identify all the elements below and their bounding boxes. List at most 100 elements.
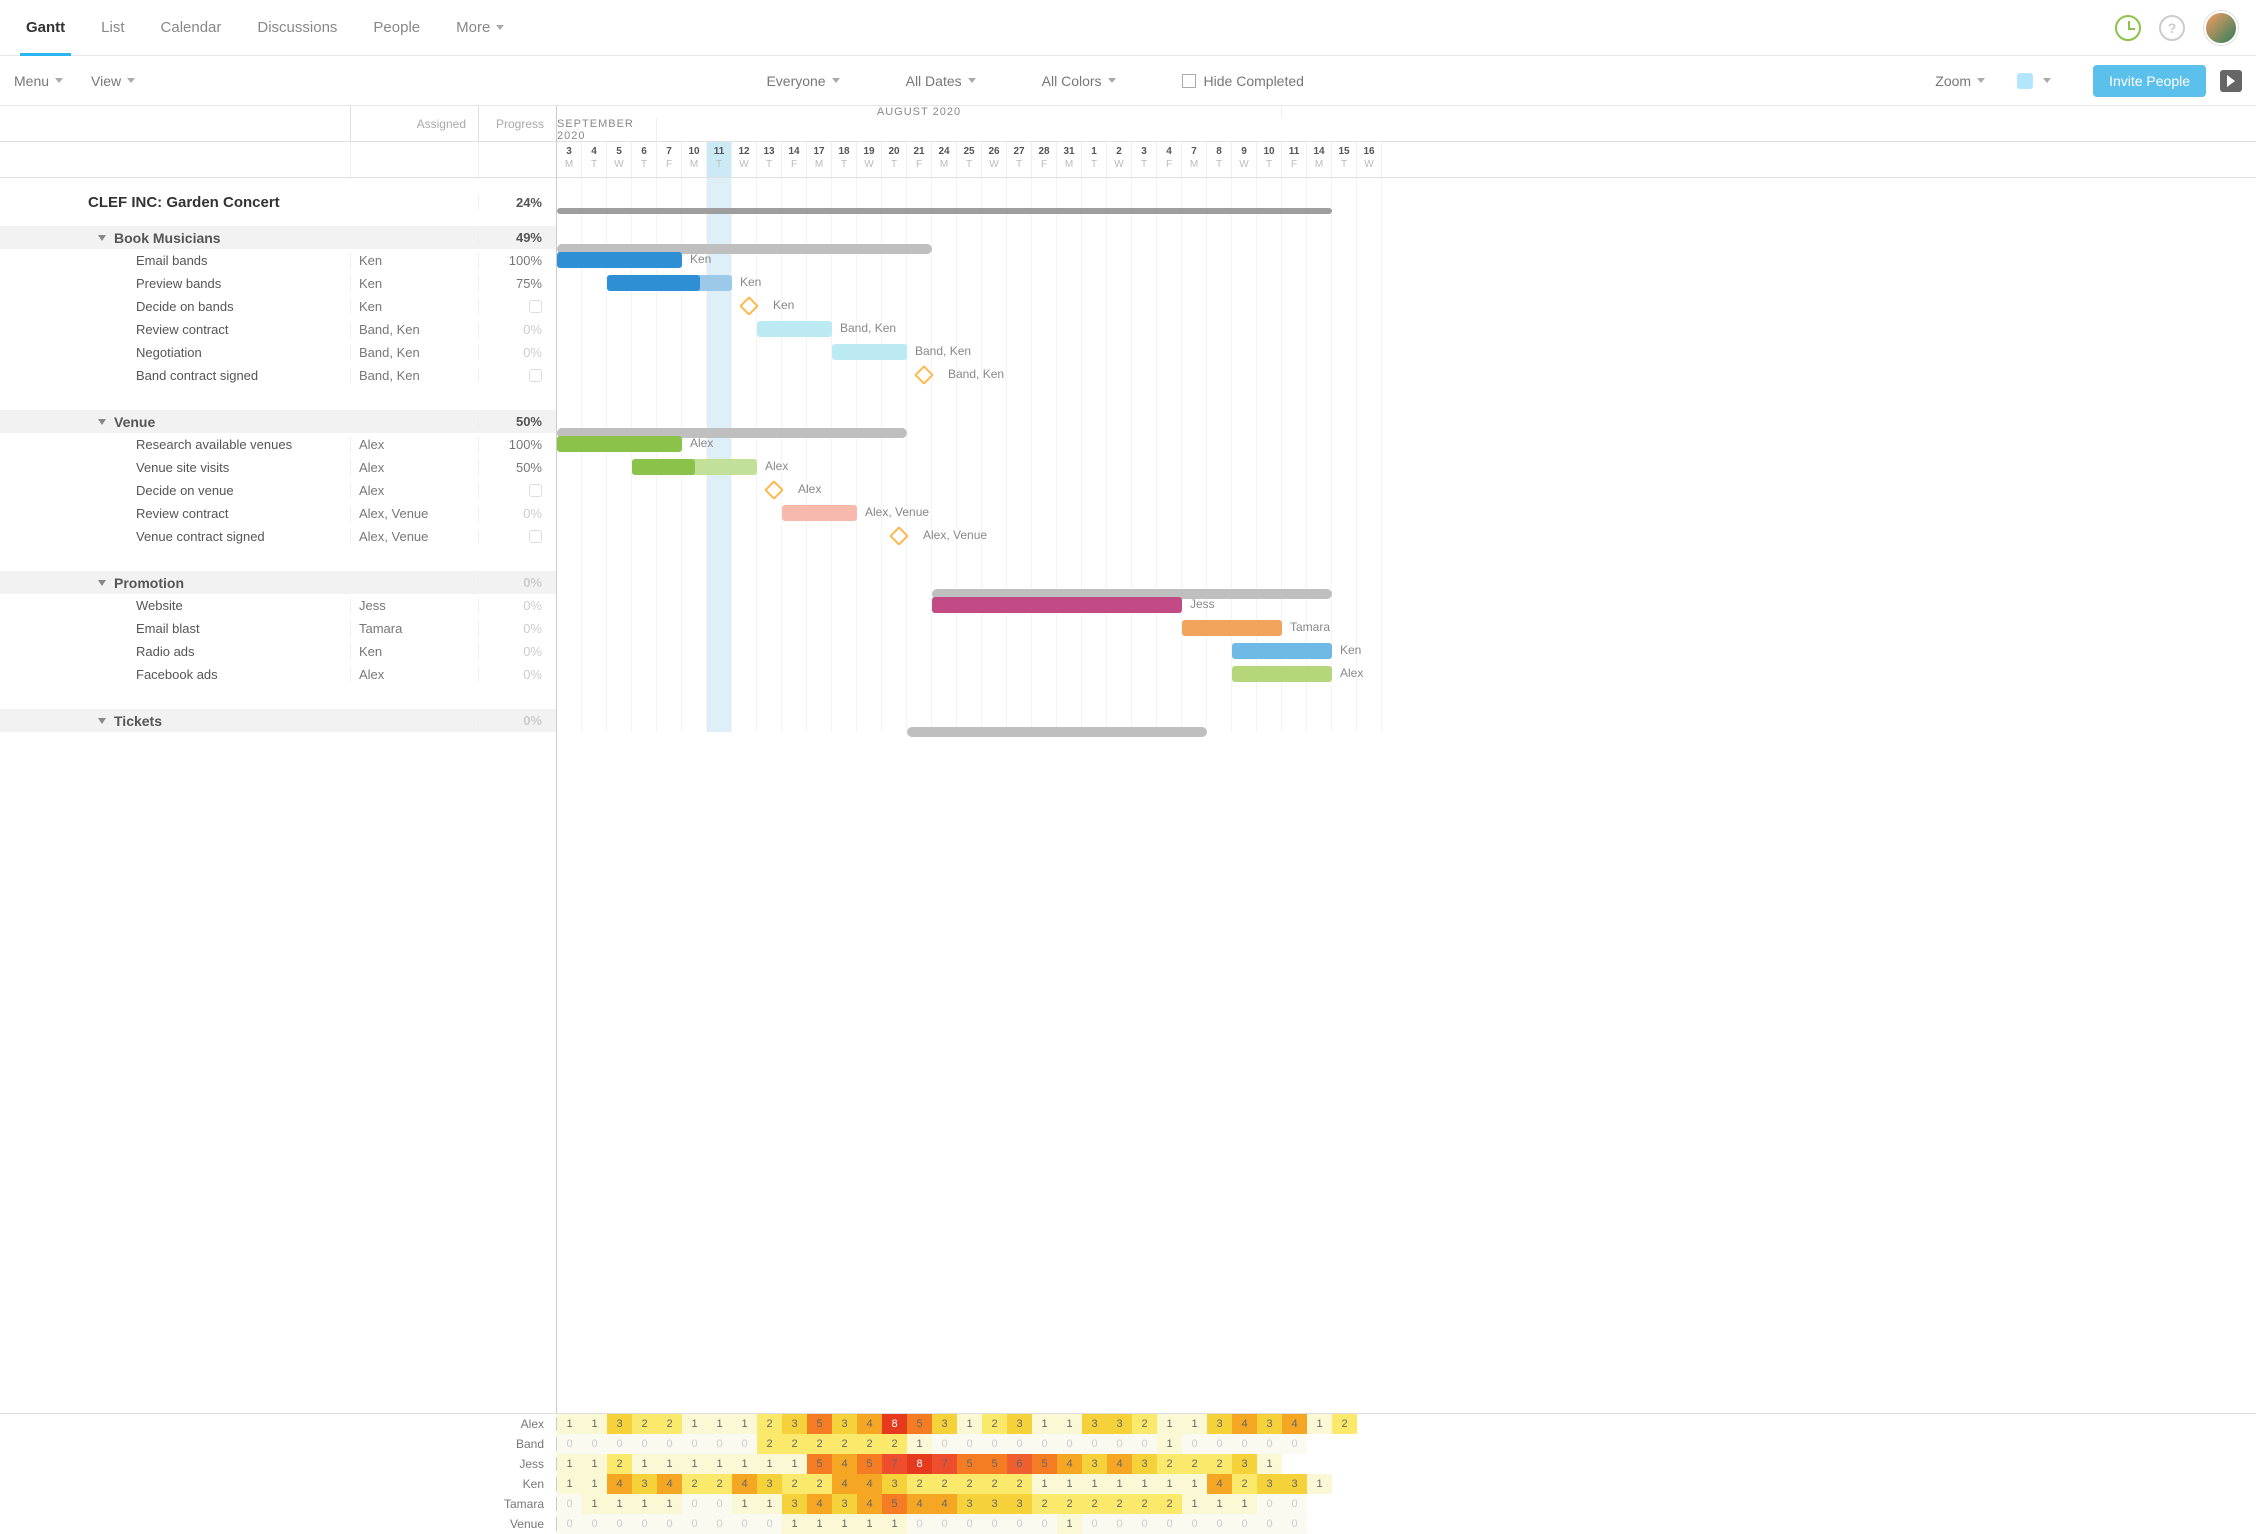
workload-cell[interactable] [1332, 1494, 1357, 1514]
workload-cell[interactable]: 0 [607, 1514, 632, 1534]
workload-cell[interactable]: 0 [1082, 1434, 1107, 1454]
workload-cell[interactable]: 0 [732, 1514, 757, 1534]
day-header-cell[interactable]: 20T [882, 142, 907, 177]
workload-cell[interactable]: 2 [1157, 1494, 1182, 1514]
workload-row[interactable]: Venue000000000111110000001000000000 [0, 1514, 2256, 1534]
workload-cell[interactable] [1357, 1434, 1382, 1454]
workload-cell[interactable]: 1 [1157, 1434, 1182, 1454]
workload-cell[interactable]: 2 [607, 1454, 632, 1474]
workload-cell[interactable]: 0 [657, 1434, 682, 1454]
workload-cell[interactable] [1332, 1454, 1357, 1474]
workload-cell[interactable]: 2 [1007, 1474, 1032, 1494]
workload-cell[interactable]: 4 [657, 1474, 682, 1494]
workload-cell[interactable]: 0 [1007, 1514, 1032, 1534]
day-header-cell[interactable]: 24M [932, 142, 957, 177]
workload-cell[interactable]: 3 [1232, 1454, 1257, 1474]
workload-cell[interactable]: 0 [632, 1434, 657, 1454]
workload-cell[interactable]: 1 [1257, 1454, 1282, 1474]
workload-cell[interactable]: 0 [1007, 1434, 1032, 1454]
workload-cell[interactable]: 0 [1082, 1514, 1107, 1534]
workload-cell[interactable]: 2 [807, 1434, 832, 1454]
day-header-cell[interactable]: 26W [982, 142, 1007, 177]
workload-cell[interactable]: 0 [957, 1434, 982, 1454]
workload-cell[interactable]: 0 [557, 1494, 582, 1514]
workload-cell[interactable]: 0 [1107, 1434, 1132, 1454]
task-row[interactable]: Email bandsKen100% [0, 249, 556, 272]
workload-cell[interactable]: 3 [757, 1474, 782, 1494]
workload-cell[interactable]: 0 [1232, 1514, 1257, 1534]
workload-cell[interactable]: 1 [1157, 1474, 1182, 1494]
workload-cell[interactable]: 2 [782, 1434, 807, 1454]
workload-cell[interactable]: 2 [1332, 1414, 1357, 1434]
workload-cell[interactable]: 0 [1257, 1514, 1282, 1534]
workload-cell[interactable]: 0 [1182, 1514, 1207, 1534]
workload-cell[interactable]: 3 [1207, 1414, 1232, 1434]
workload-cell[interactable]: 3 [1107, 1414, 1132, 1434]
workload-cell[interactable]: 0 [632, 1514, 657, 1534]
day-header-cell[interactable]: 7F [657, 142, 682, 177]
gantt-row[interactable]: Band, Ken [557, 318, 2256, 341]
workload-cell[interactable]: 2 [982, 1474, 1007, 1494]
milestone-diamond[interactable] [764, 480, 784, 500]
workload-row[interactable]: Alex11322111235348531231133211343412 [0, 1414, 2256, 1434]
workload-cell[interactable]: 4 [857, 1474, 882, 1494]
workload-cell[interactable]: 1 [1307, 1414, 1332, 1434]
workload-cell[interactable] [1357, 1494, 1382, 1514]
workload-cell[interactable]: 1 [557, 1454, 582, 1474]
day-header-cell[interactable]: 7M [1182, 142, 1207, 177]
day-header-cell[interactable]: 10T [1257, 142, 1282, 177]
clock-icon[interactable] [2112, 12, 2144, 44]
workload-cell[interactable]: 0 [707, 1494, 732, 1514]
milestone-checkbox[interactable] [529, 300, 542, 313]
workload-cell[interactable]: 0 [982, 1514, 1007, 1534]
day-header-cell[interactable]: 5W [607, 142, 632, 177]
gantt-row[interactable]: Alex [557, 433, 2256, 456]
workload-cell[interactable]: 2 [957, 1474, 982, 1494]
task-row[interactable]: NegotiationBand, Ken0% [0, 341, 556, 364]
workload-cell[interactable]: 0 [707, 1434, 732, 1454]
day-header-cell[interactable]: 3T [1132, 142, 1157, 177]
workload-cell[interactable]: 2 [782, 1474, 807, 1494]
workload-cell[interactable]: 1 [732, 1494, 757, 1514]
nav-tab-discussions[interactable]: Discussions [239, 0, 355, 56]
task-row[interactable]: WebsiteJess0% [0, 594, 556, 617]
workload-cell[interactable]: 0 [1207, 1514, 1232, 1534]
workload-cell[interactable]: 1 [682, 1454, 707, 1474]
workload-cell[interactable]: 1 [582, 1474, 607, 1494]
day-header-cell[interactable]: 1T [1082, 142, 1107, 177]
workload-cell[interactable]: 2 [657, 1414, 682, 1434]
day-header-cell[interactable]: 15T [1332, 142, 1357, 177]
collapse-icon[interactable] [98, 718, 106, 724]
workload-cell[interactable]: 2 [832, 1434, 857, 1454]
workload-cell[interactable]: 1 [1057, 1414, 1082, 1434]
workload-cell[interactable]: 3 [1257, 1414, 1282, 1434]
collapse-icon[interactable] [98, 419, 106, 425]
workload-cell[interactable]: 1 [732, 1454, 757, 1474]
day-header-cell[interactable]: 18T [832, 142, 857, 177]
workload-cell[interactable]: 0 [657, 1514, 682, 1534]
workload-cell[interactable]: 4 [1207, 1474, 1232, 1494]
collapse-icon[interactable] [98, 235, 106, 241]
group-row[interactable]: Promotion0% [0, 571, 556, 594]
group-row[interactable]: Venue50% [0, 410, 556, 433]
gantt-row[interactable] [557, 686, 2256, 709]
workload-cell[interactable]: 2 [632, 1414, 657, 1434]
gantt-row[interactable] [557, 548, 2256, 571]
workload-cell[interactable]: 5 [1032, 1454, 1057, 1474]
workload-cell[interactable]: 5 [807, 1454, 832, 1474]
workload-cell[interactable]: 3 [882, 1474, 907, 1494]
workload-cell[interactable]: 1 [832, 1514, 857, 1534]
workload-cell[interactable] [1332, 1434, 1357, 1454]
workload-cell[interactable]: 1 [1107, 1474, 1132, 1494]
gantt-row[interactable]: Ken [557, 295, 2256, 318]
workload-cell[interactable]: 3 [1082, 1414, 1107, 1434]
workload-cell[interactable]: 1 [807, 1514, 832, 1534]
workload-cell[interactable]: 1 [557, 1414, 582, 1434]
workload-cell[interactable]: 1 [882, 1514, 907, 1534]
workload-cell[interactable]: 1 [582, 1414, 607, 1434]
workload-cell[interactable]: 2 [1057, 1494, 1082, 1514]
task-row[interactable]: Venue site visitsAlex50% [0, 456, 556, 479]
workload-cell[interactable]: 7 [932, 1454, 957, 1474]
workload-row[interactable]: Jess11211111115457875565434322231 [0, 1454, 2256, 1474]
workload-cell[interactable]: 0 [1032, 1514, 1057, 1534]
